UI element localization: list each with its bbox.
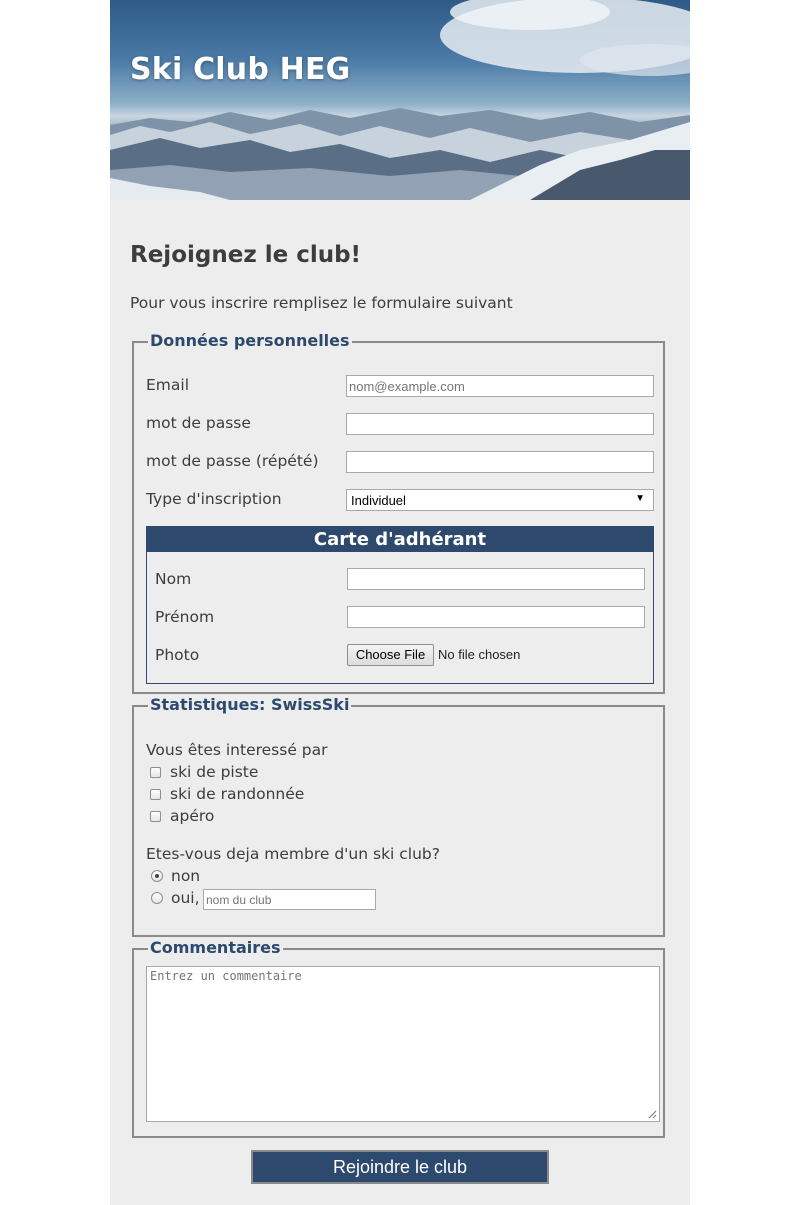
dropdown-arrow-icon: ▼ <box>635 493 645 504</box>
interest-label: ski de randonnée <box>170 785 305 803</box>
comment-placeholder: Entrez un commentaire <box>150 969 302 983</box>
email-field[interactable] <box>346 375 654 397</box>
site-title: Ski Club HEG <box>130 52 351 87</box>
member-card-section: Carte d'adhérant Nom Prénom Photo Choose… <box>146 526 654 684</box>
checkbox-ski-de-randonnee[interactable] <box>150 789 161 800</box>
radio-member-no[interactable] <box>151 870 163 882</box>
comment-textarea[interactable]: Entrez un commentaire <box>146 966 660 1122</box>
member-no-label: non <box>171 867 201 885</box>
member-card-title: Carte d'adhérant <box>147 527 653 552</box>
stats-fieldset: Statistiques: SwissSki Vous êtes interes… <box>132 695 665 937</box>
header-banner: Ski Club HEG <box>110 0 690 200</box>
email-label: Email <box>146 376 190 394</box>
prenom-label: Prénom <box>155 608 215 626</box>
prenom-field[interactable] <box>347 606 645 628</box>
intro-text: Pour vous inscrire remplisez le formulai… <box>130 294 513 312</box>
registration-type-select[interactable]: Individuel ▼ <box>346 489 654 511</box>
choose-file-button[interactable]: Choose File <box>347 644 434 666</box>
member-yes-label: oui, <box>171 889 200 907</box>
radio-member-yes[interactable] <box>151 892 163 904</box>
password-label: mot de passe <box>146 414 251 432</box>
nom-label: Nom <box>155 570 192 588</box>
file-status-text: No file chosen <box>438 647 521 662</box>
mountain-landscape-image <box>110 0 690 200</box>
password-repeat-label: mot de passe (répété) <box>146 452 319 470</box>
stats-legend: Statistiques: SwissSki <box>148 695 352 714</box>
registration-type-value: Individuel <box>351 493 406 508</box>
checkbox-ski-de-piste[interactable] <box>150 767 161 778</box>
resize-grip-icon[interactable] <box>647 1109 657 1119</box>
comments-legend: Commentaires <box>148 938 283 957</box>
page-container: Ski Club HEG Rejoignez le club! Pour vou… <box>110 0 690 1205</box>
personal-data-legend: Données personnelles <box>148 331 352 350</box>
interest-question: Vous êtes interessé par <box>146 741 328 759</box>
nom-field[interactable] <box>347 568 645 590</box>
interest-label: ski de piste <box>170 763 259 781</box>
page-heading: Rejoignez le club! <box>130 242 362 268</box>
interest-label: apéro <box>170 807 215 825</box>
member-question: Etes-vous deja membre d'un ski club? <box>146 845 440 863</box>
join-club-button[interactable]: Rejoindre le club <box>251 1150 549 1184</box>
registration-type-label: Type d'inscription <box>146 490 282 508</box>
password-repeat-field[interactable] <box>346 451 654 473</box>
club-name-field[interactable] <box>203 889 376 910</box>
photo-label: Photo <box>155 646 200 664</box>
comments-fieldset: Commentaires Entrez un commentaire <box>132 938 665 1138</box>
checkbox-apero[interactable] <box>150 811 161 822</box>
password-field[interactable] <box>346 413 654 435</box>
personal-data-fieldset: Données personnelles Email mot de passe … <box>132 331 665 694</box>
